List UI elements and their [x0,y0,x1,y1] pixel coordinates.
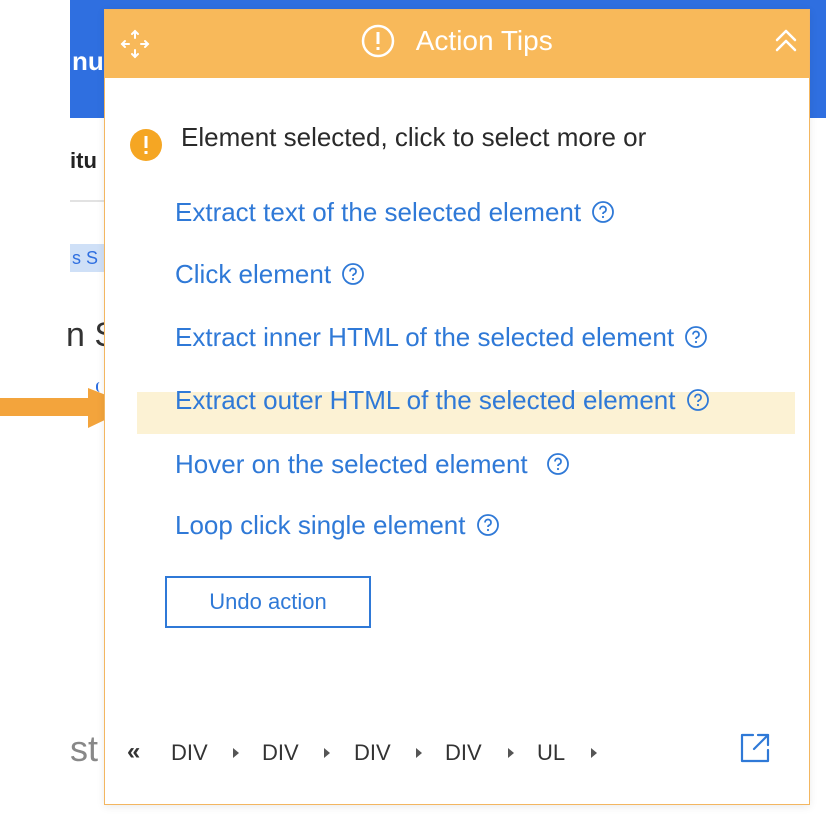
breadcrumb-separator-icon [233,748,239,758]
breadcrumb-separator-icon [416,748,422,758]
background-heading-text: itu [70,148,97,173]
breadcrumb-separator-icon [591,748,597,758]
extract-inner-html-action[interactable]: Extract inner HTML of the selected eleme… [175,316,708,358]
warning-icon [130,129,162,161]
breadcrumb-separator-icon [508,748,514,758]
hover-element-action[interactable]: Hover on the selected element [175,443,570,485]
background-footer-text: st [70,728,99,769]
extract-outer-html-action[interactable]: Extract outer HTML of the selected eleme… [175,379,710,421]
help-icon[interactable] [684,325,708,349]
breadcrumb-item[interactable]: DIV [445,740,482,766]
action-label: Hover on the selected element [175,449,528,479]
action-label: Click element [175,259,332,289]
collapse-icon[interactable] [773,26,799,56]
breadcrumb-item[interactable]: UL [537,740,565,766]
breadcrumb-item[interactable]: DIV [171,740,208,766]
action-label: Extract outer HTML of the selected eleme… [175,385,676,415]
help-icon[interactable] [546,452,570,476]
breadcrumb-separator-icon [324,748,330,758]
help-icon[interactable] [591,200,615,224]
undo-action-button[interactable]: Undo action [165,576,371,628]
loop-click-action[interactable]: Loop click single element [175,504,500,546]
panel-title: Action Tips [415,25,553,56]
panel-header: Action Tips [105,10,809,78]
alert-icon [362,24,395,58]
breadcrumb-back-button[interactable]: « [127,738,140,766]
panel-title-wrap: Action Tips [105,24,809,58]
click-element-action[interactable]: Click element [175,253,365,295]
breadcrumb-item[interactable]: DIV [354,740,391,766]
action-label: Loop click single element [175,510,466,540]
background-menu-text: nu [72,46,104,76]
status-message-text: Element selected, click to select more o… [181,122,647,152]
extract-text-action[interactable]: Extract text of the selected element [175,191,615,233]
action-label: Extract text of the selected element [175,197,582,227]
help-icon[interactable] [476,513,500,537]
breadcrumb-item[interactable]: DIV [262,740,299,766]
action-label: Extract inner HTML of the selected eleme… [175,322,675,352]
external-link-icon[interactable] [737,730,773,766]
element-breadcrumb: « DIV DIV DIV DIV UL [127,733,809,774]
action-tips-panel: Action Tips Element selected, click to s… [104,9,810,805]
help-icon[interactable] [341,262,365,286]
help-icon[interactable] [686,388,710,412]
